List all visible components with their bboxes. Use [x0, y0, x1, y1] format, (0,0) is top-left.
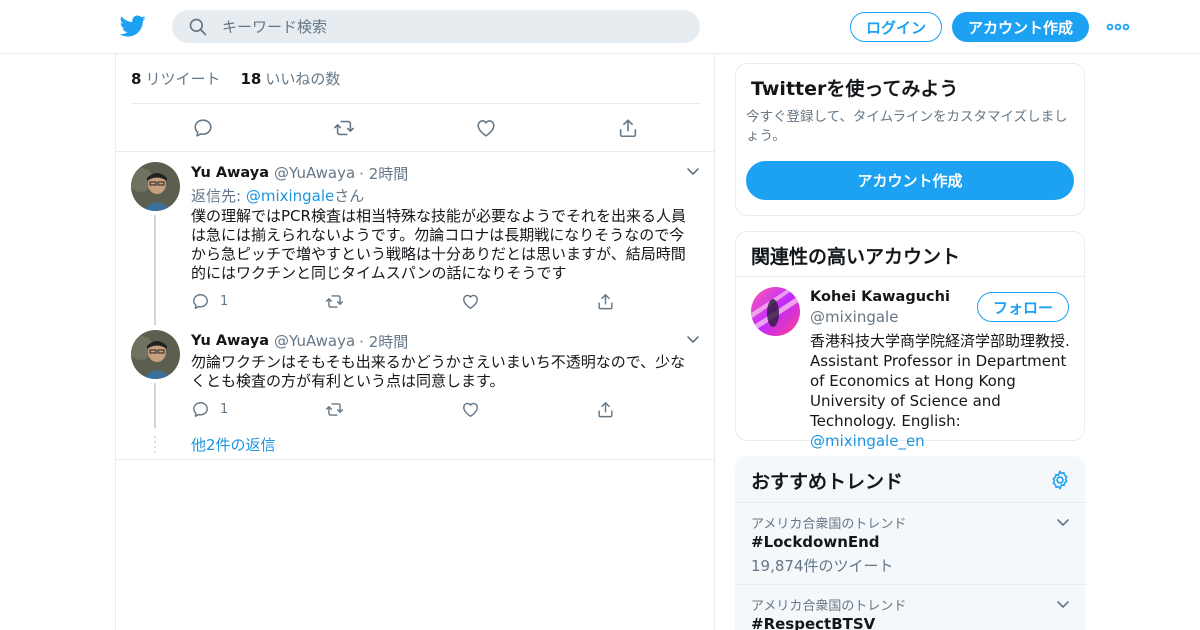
- reply-to-suffix: さん: [334, 187, 365, 205]
- trend-tag[interactable]: #RespectBTSV: [751, 615, 1071, 630]
- trends-title: おすすめトレンド: [751, 471, 904, 493]
- signup-card-button[interactable]: アカウント作成: [746, 161, 1074, 200]
- account-bio-link[interactable]: @mixingale_en: [810, 432, 925, 450]
- follow-button[interactable]: フォロー: [977, 292, 1069, 322]
- tweet-text: 僕の理解ではPCR検査は相当特殊な技能が必要なようでそれを出来る人員は急には揃え…: [191, 207, 686, 282]
- tweet-action-bar: [116, 104, 714, 152]
- divider: [736, 584, 1086, 585]
- relevant-accounts-card: 関連性の高いアカウント Kohei Kawaguchi @mixingale フ…: [735, 231, 1085, 450]
- share-icon[interactable]: [617, 117, 639, 139]
- like-count: 18: [240, 69, 262, 88]
- avatar[interactable]: [131, 162, 180, 211]
- thread-line: [154, 383, 156, 428]
- reply-header: Yu Awaya @YuAwaya · 2時間: [191, 163, 696, 183]
- like-icon: [463, 294, 478, 309]
- trends-card: おすすめトレンド アメリカ合衆国のトレンド #LockdownEnd 19,87…: [735, 456, 1086, 630]
- divider: [116, 459, 714, 460]
- reply-count: 1: [220, 402, 229, 417]
- signup-button[interactable]: アカウント作成: [952, 12, 1089, 42]
- user-handle[interactable]: @YuAwaya: [274, 332, 355, 350]
- reply-header: Yu Awaya @YuAwaya · 2時間: [191, 331, 696, 351]
- reply-actions: 1: [191, 400, 631, 420]
- trend-location: アメリカ合衆国のトレンド: [751, 599, 907, 614]
- like-icon: [463, 402, 478, 417]
- chevron-down-icon[interactable]: [1055, 596, 1071, 612]
- tweet-stats: 8 リツイート 18 いいねの数: [131, 54, 700, 104]
- timestamp[interactable]: · 2時間: [359, 163, 408, 184]
- retweet-count: 8: [131, 69, 142, 88]
- reply-to: 返信先: @mixingaleさん: [191, 185, 696, 206]
- account-bio-text: 香港科技大学商学院経済学部助理教授. Assistant Professor i…: [810, 332, 1070, 430]
- reply-action[interactable]: 1: [191, 292, 228, 311]
- avatar[interactable]: [751, 287, 800, 336]
- share-action[interactable]: [596, 400, 615, 419]
- reply-tweet[interactable]: Yu Awaya @YuAwaya · 2時間 勿論ワクチンはそもそも出来るかど…: [116, 320, 714, 430]
- reply-to-link[interactable]: @mixingale: [246, 187, 334, 205]
- timestamp[interactable]: · 2時間: [359, 331, 408, 352]
- signup-card-title: Twitterを使ってみよう: [751, 78, 959, 100]
- retweet-label: リツイート: [145, 70, 221, 88]
- thread-dots: [154, 436, 156, 453]
- retweet-action[interactable]: [325, 292, 344, 311]
- trend-location: アメリカ合衆国のトレンド: [751, 517, 907, 532]
- divider: [736, 276, 1084, 277]
- login-button[interactable]: ログイン: [850, 12, 942, 42]
- retweet-stat[interactable]: 8 リツイート: [131, 68, 220, 89]
- user-handle[interactable]: @YuAwaya: [274, 164, 355, 182]
- main-column: 8 リツイート 18 いいねの数 Yu Awaya @YuAwaya · 2時間…: [115, 54, 715, 630]
- gear-icon[interactable]: [1049, 469, 1071, 491]
- divider: [736, 502, 1086, 503]
- like-action[interactable]: [461, 292, 480, 311]
- retweet-icon: [325, 403, 344, 416]
- search-input[interactable]: [222, 17, 662, 36]
- reply-count: 1: [220, 294, 229, 309]
- user-name[interactable]: Yu Awaya: [191, 333, 269, 349]
- like-action[interactable]: [461, 400, 480, 419]
- account-name[interactable]: Kohei Kawaguchi: [810, 289, 950, 305]
- reply-actions: 1: [191, 292, 631, 312]
- avatar[interactable]: [131, 330, 180, 379]
- share-icon: [598, 294, 613, 310]
- more-replies-link[interactable]: 他2件の返信: [191, 434, 276, 455]
- tweet-text: 勿論ワクチンはそもそも出来るかどうかさえいまいち不透明なので、少なくとも検査の方…: [191, 353, 686, 390]
- reply-icon: [193, 402, 208, 417]
- chevron-down-icon[interactable]: [1055, 514, 1071, 530]
- retweet-action[interactable]: [325, 400, 344, 419]
- trend-tag[interactable]: #LockdownEnd: [751, 533, 1071, 551]
- reply-icon[interactable]: [192, 117, 214, 139]
- like-icon[interactable]: [475, 117, 497, 139]
- reply-body: Yu Awaya @YuAwaya · 2時間 返信先: @mixingaleさ…: [191, 163, 696, 283]
- more-dots-icon[interactable]: [1106, 20, 1130, 34]
- trend-item[interactable]: アメリカ合衆国のトレンド #RespectBTSV: [751, 595, 1071, 630]
- share-action[interactable]: [596, 292, 615, 311]
- retweet-icon: [325, 295, 344, 308]
- reply-body: Yu Awaya @YuAwaya · 2時間 勿論ワクチンはそもそも出来るかど…: [191, 331, 696, 391]
- twitter-bird-icon[interactable]: [119, 13, 147, 39]
- reply-to-prefix: 返信先:: [191, 187, 246, 205]
- search-icon: [189, 18, 207, 35]
- account-handle[interactable]: @mixingale: [810, 308, 898, 326]
- search-box[interactable]: [172, 10, 700, 43]
- reply-action[interactable]: 1: [191, 400, 228, 419]
- top-bar: ログイン アカウント作成: [0, 0, 1200, 54]
- retweet-icon[interactable]: [333, 117, 355, 139]
- account-bio: 香港科技大学商学院経済学部助理教授. Assistant Professor i…: [810, 331, 1078, 451]
- signup-card-subtitle: 今すぐ登録して、タイムラインをカスタマイズしましょう。: [746, 109, 1068, 144]
- trend-item[interactable]: アメリカ合衆国のトレンド #LockdownEnd 19,874件のツイート: [751, 513, 1071, 576]
- thread-line: [154, 215, 156, 325]
- user-name[interactable]: Yu Awaya: [191, 165, 269, 181]
- like-label: いいねの数: [265, 70, 341, 88]
- reply-icon: [193, 294, 208, 309]
- signup-card: Twitterを使ってみよう 今すぐ登録して、タイムラインをカスタマイズしましょ…: [735, 63, 1085, 216]
- reply-tweet[interactable]: Yu Awaya @YuAwaya · 2時間 返信先: @mixingaleさ…: [116, 152, 714, 325]
- share-icon: [598, 402, 613, 418]
- like-stat[interactable]: 18 いいねの数: [240, 68, 340, 89]
- relevant-accounts-title: 関連性の高いアカウント: [751, 246, 961, 268]
- trend-count: 19,874件のツイート: [751, 557, 894, 575]
